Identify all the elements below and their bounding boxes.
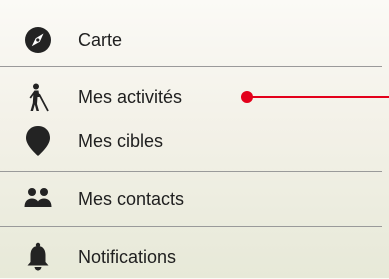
side-menu: Carte Mes activités Mes cibles Mes conta…: [0, 0, 389, 278]
divider: [0, 171, 382, 172]
callout-dot: [241, 91, 253, 103]
divider: [0, 226, 382, 227]
menu-item-label: Mes cibles: [78, 130, 164, 151]
menu-item-notifications[interactable]: Notifications: [0, 235, 389, 279]
menu-item-label: Carte: [78, 29, 123, 50]
bell-icon: [21, 240, 55, 274]
menu-item-label: Notifications: [78, 246, 177, 267]
blind-person-icon: [21, 80, 55, 114]
divider: [0, 66, 382, 67]
target-marker-icon: [21, 124, 55, 158]
menu-item-label: Mes activités: [78, 86, 183, 107]
compass-icon: [21, 23, 55, 57]
menu-item-label: Mes contacts: [78, 188, 185, 209]
menu-item-mes-contacts[interactable]: Mes contacts: [0, 177, 389, 221]
menu-item-mes-cibles[interactable]: Mes cibles: [0, 119, 389, 163]
callout-line: [249, 96, 389, 98]
menu-item-carte[interactable]: Carte: [0, 18, 389, 62]
contacts-group-icon: [21, 182, 55, 216]
